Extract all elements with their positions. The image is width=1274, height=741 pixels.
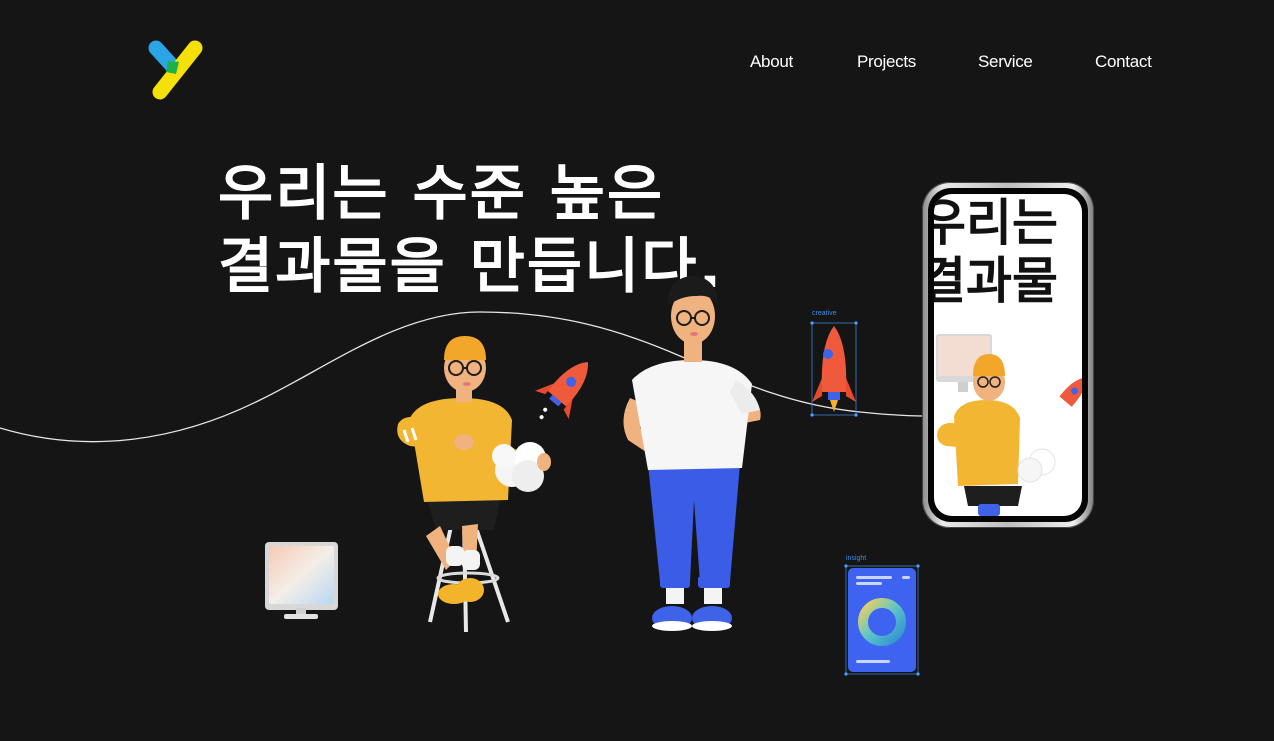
insight-tag-label: insight — [846, 555, 866, 562]
insight-card-icon — [848, 568, 916, 672]
phone-screen: 우리는 결과물 — [934, 194, 1082, 516]
rocket-icon — [812, 326, 856, 412]
phone-illustration — [936, 334, 1082, 516]
seated-character — [397, 336, 551, 633]
standing-character — [623, 276, 761, 631]
monitor-icon — [265, 542, 338, 619]
phone-bezel: 우리는 결과물 — [928, 188, 1088, 522]
rocket-icon — [535, 361, 588, 420]
landing-page: About Projects Service Contact 우리는 수준 높은… — [0, 0, 1274, 741]
phone-mockup: 우리는 결과물 — [922, 182, 1094, 528]
creative-rocket[interactable]: creative — [810, 310, 858, 417]
insight-card[interactable]: insight — [844, 555, 920, 676]
phone-notch — [984, 188, 1020, 194]
creative-tag-label: creative — [812, 310, 837, 317]
